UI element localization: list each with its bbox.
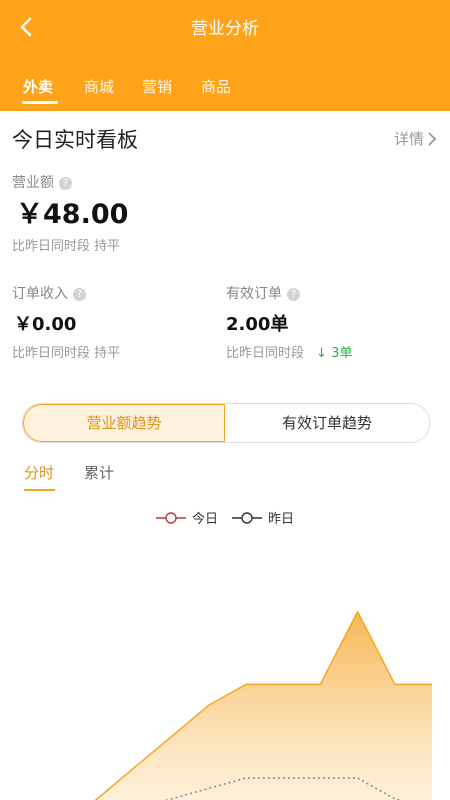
valid-orders-label: 有效订单: [226, 286, 282, 302]
tab-bar: 外卖 商城 营销 商品: [0, 76, 450, 106]
valid-orders-compare: 比昨日同时段: [226, 346, 305, 361]
legend-today-label: 今日: [192, 512, 219, 527]
order-trend-button[interactable]: 有效订单趋势: [225, 404, 429, 442]
tab-products[interactable]: 商品: [201, 76, 231, 97]
active-tab-indicator: [22, 101, 58, 104]
series-today-area: [95, 611, 432, 800]
subtab-hourly[interactable]: 分时: [24, 462, 54, 483]
tab-marketing[interactable]: 营销: [142, 76, 172, 97]
help-icon[interactable]: ?: [73, 287, 86, 301]
valid-orders-label-group: 有效订单?: [226, 283, 300, 303]
revenue-value: ￥48.00: [16, 199, 129, 230]
tab-mall[interactable]: 商城: [84, 76, 114, 97]
chevron-right-icon: [428, 131, 437, 146]
revenue-trend-chart: [94, 609, 432, 800]
trend-segmented-control: 营业额趋势 有效订单趋势: [22, 403, 430, 443]
revenue-compare: 比昨日同时段 持平: [12, 239, 121, 254]
valid-orders-value: 2.00单: [226, 314, 289, 335]
help-icon[interactable]: ?: [59, 176, 72, 190]
revenue-label-group: 营业额?: [12, 172, 72, 192]
legend-yesterday[interactable]: 昨日: [232, 508, 294, 527]
order-income-compare: 比昨日同时段 持平: [12, 346, 121, 361]
subtab-cumulative[interactable]: 累计: [84, 462, 114, 483]
legend-yesterday-label: 昨日: [268, 512, 295, 527]
legend-marker-today-icon: [156, 511, 186, 524]
tab-waimai[interactable]: 外卖: [23, 76, 53, 97]
legend-marker-yesterday-icon: [232, 511, 262, 524]
revenue-trend-button[interactable]: 营业额趋势: [23, 404, 225, 442]
revenue-label: 营业额: [12, 175, 54, 191]
detail-label: 详情: [393, 130, 424, 148]
order-income-label-group: 订单收入?: [12, 283, 86, 303]
active-subtab-indicator: [24, 489, 55, 491]
help-icon[interactable]: ?: [287, 287, 300, 301]
page-title: 营业分析: [191, 19, 259, 39]
valid-orders-compare-group: 比昨日同时段 ↓ 3单: [226, 342, 352, 361]
order-income-label: 订单收入: [12, 286, 68, 302]
valid-orders-delta: ↓ 3单: [316, 346, 353, 361]
header-bar: 营业分析 外卖 商城 营销 商品: [0, 0, 450, 111]
detail-link[interactable]: 详情: [394, 128, 438, 149]
chart-legend: 今日 昨日: [0, 508, 450, 528]
order-income-value: ￥0.00: [14, 314, 77, 335]
board-title: 今日实时看板: [12, 128, 138, 152]
legend-today[interactable]: 今日: [156, 508, 218, 527]
